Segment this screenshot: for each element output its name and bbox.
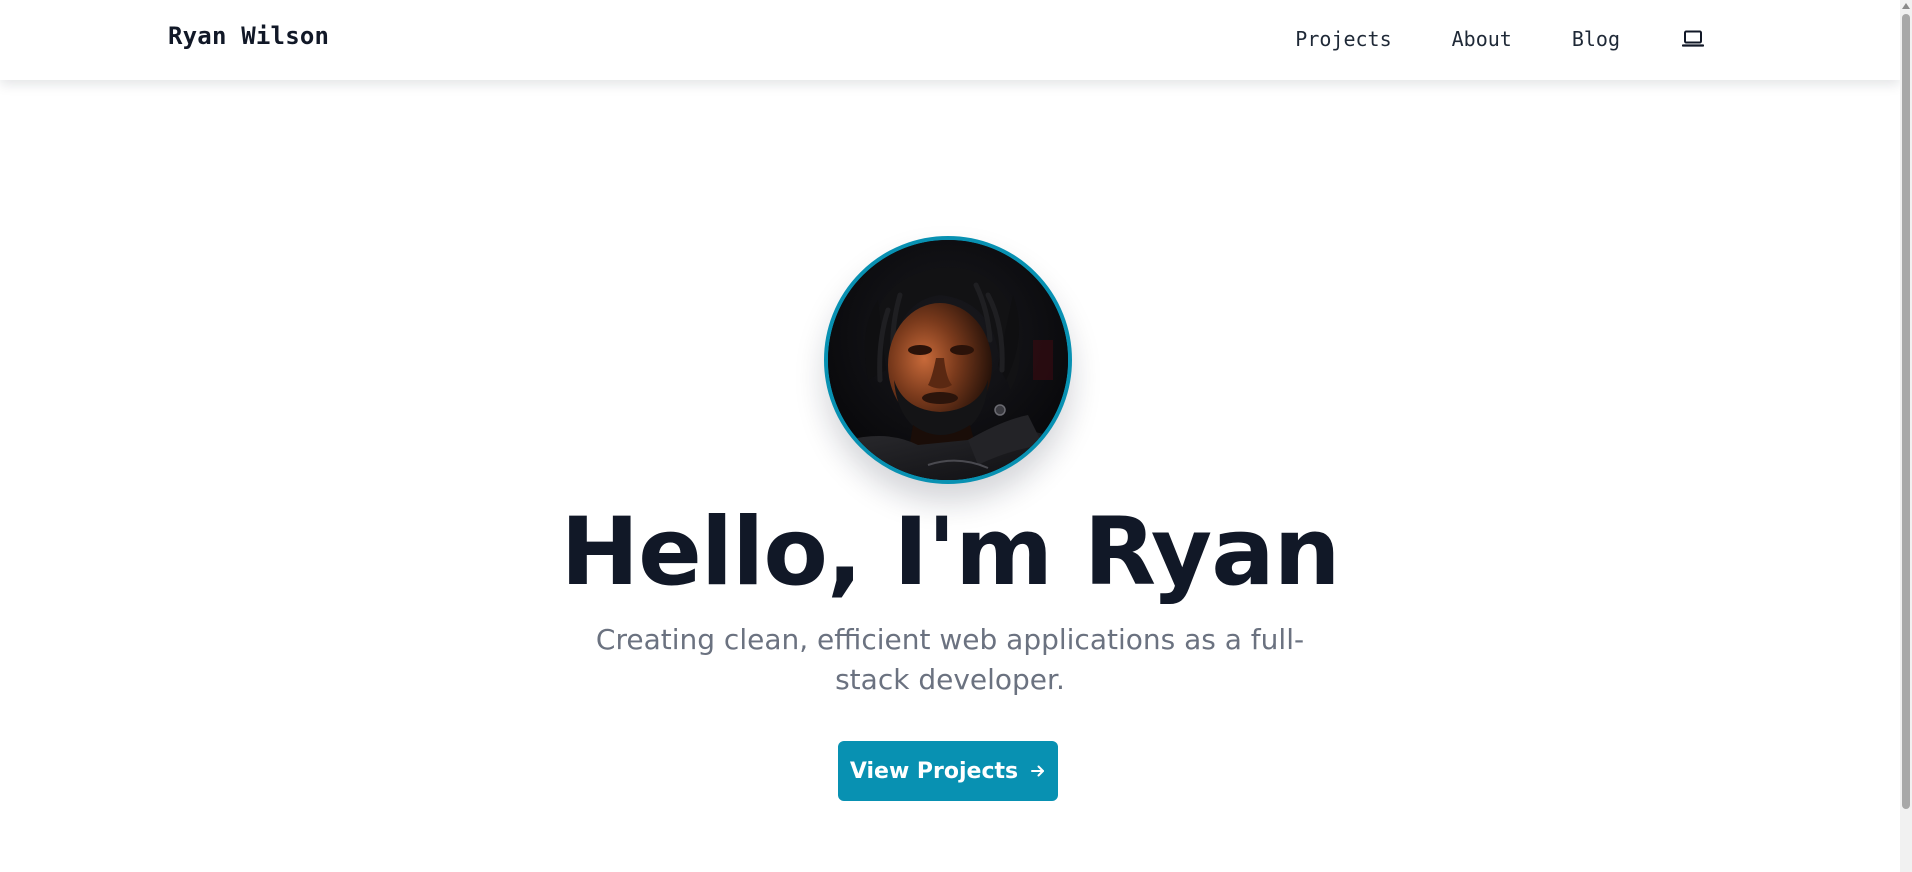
avatar [824, 236, 1072, 484]
nav-links: Projects About Blog [1295, 24, 1708, 54]
hero-section: Hello, I'm Ryan Creating clean, efficien… [0, 0, 1900, 872]
vertical-scrollbar[interactable] [1900, 0, 1912, 872]
nav-item-blog[interactable]: Blog [1572, 24, 1620, 54]
view-projects-button[interactable]: View Projects [838, 741, 1058, 801]
scroll-up-arrow-icon[interactable] [1902, 3, 1910, 9]
nav-item-projects[interactable]: Projects [1295, 24, 1391, 54]
hero-title: Hello, I'm Ryan [560, 498, 1340, 607]
profile-photo [828, 240, 1068, 480]
laptop-icon [1682, 30, 1704, 48]
nav-item-about[interactable]: About [1452, 24, 1512, 54]
hero-subtitle: Creating clean, efficient web applicatio… [595, 623, 1305, 696]
theme-toggle-button[interactable] [1678, 24, 1708, 54]
page: Ryan Wilson Projects About Blog Hello, I… [0, 0, 1912, 872]
arrow-right-icon [1030, 764, 1046, 778]
view-projects-label: View Projects [849, 758, 1019, 784]
navbar: Ryan Wilson Projects About Blog [0, 0, 1900, 80]
brand-logo[interactable]: Ryan Wilson [168, 22, 329, 50]
scroll-thumb[interactable] [1902, 14, 1910, 809]
